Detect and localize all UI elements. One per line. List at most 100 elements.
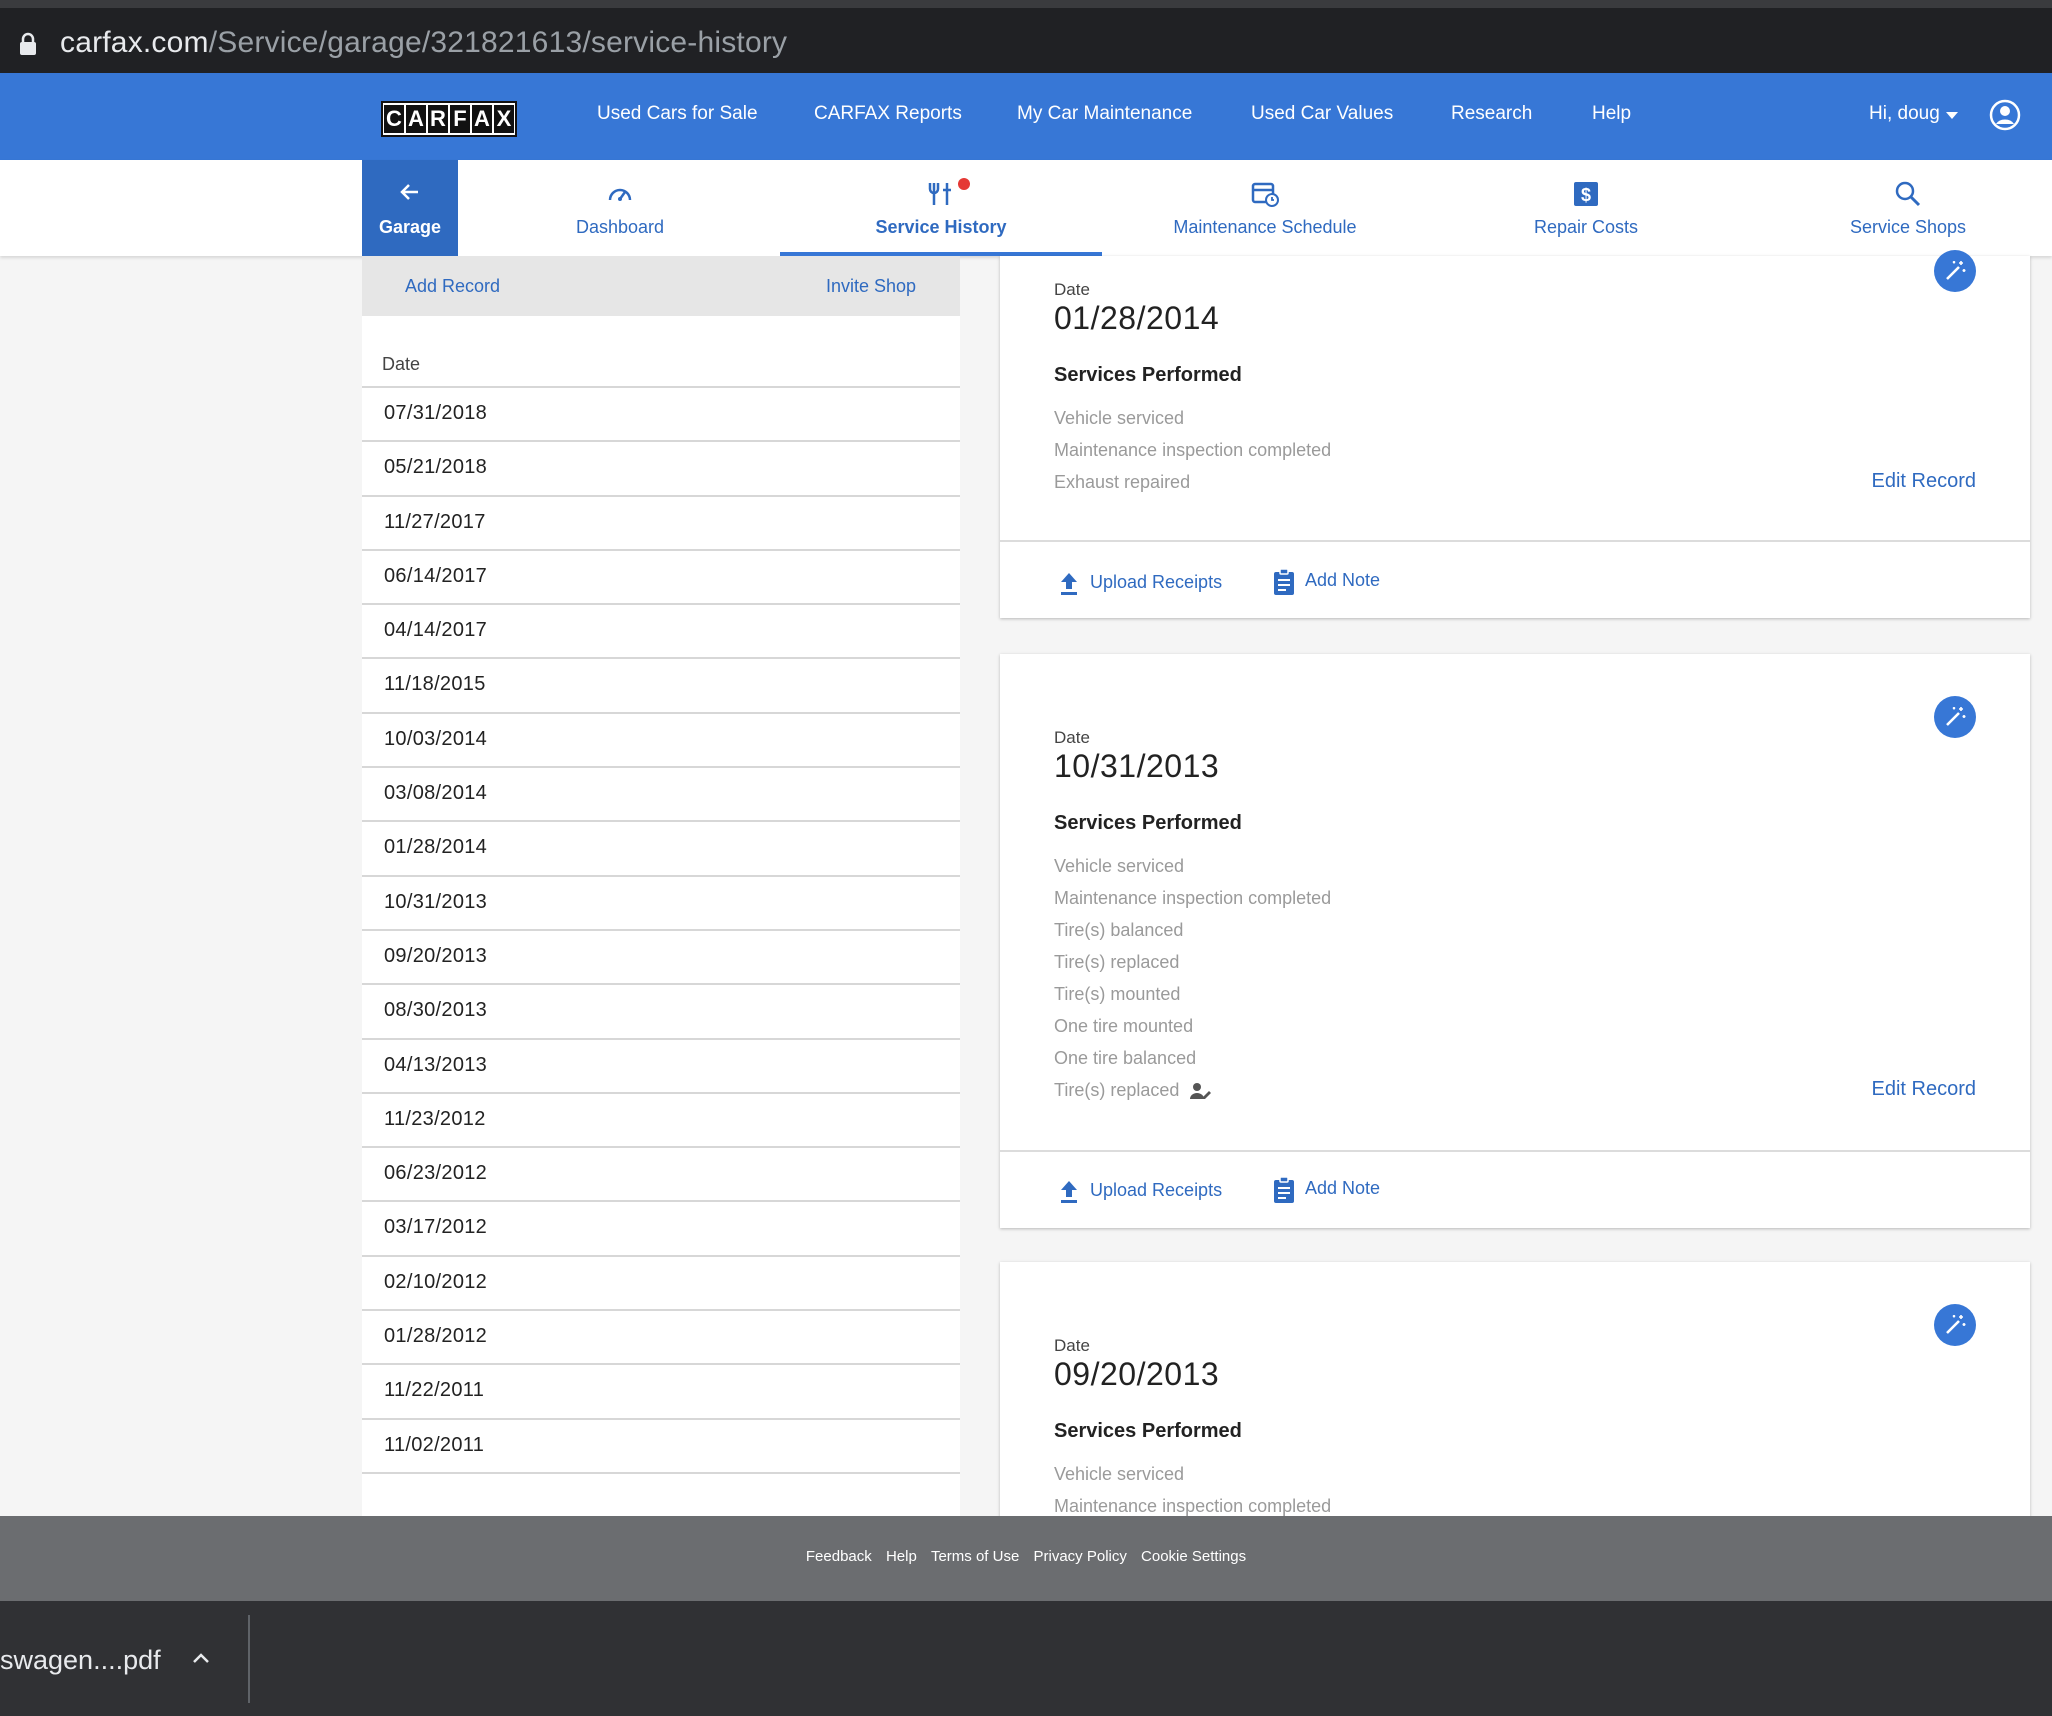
- date-row[interactable]: 11/22/2011: [362, 1363, 960, 1417]
- list-actions-bar: Add Record Invite Shop: [362, 256, 960, 316]
- speedometer-icon: [608, 188, 632, 201]
- upload-icon[interactable]: [1058, 1178, 1080, 1204]
- tab-service-history[interactable]: Service History: [780, 160, 1102, 256]
- invite-shop-button[interactable]: Invite Shop: [826, 276, 916, 297]
- service-item: One tire mounted: [1054, 1016, 1194, 1036]
- tab-repair-costs[interactable]: $ Repair Costs: [1486, 160, 1686, 256]
- date-row[interactable]: 04/13/2013: [362, 1037, 960, 1092]
- date-row[interactable]: 11/23/2012: [362, 1091, 960, 1146]
- search-icon: [1895, 181, 1921, 207]
- edit-record-button[interactable]: Edit Record: [1872, 1078, 1977, 1101]
- date-row[interactable]: 09/20/2013: [362, 928, 960, 983]
- page-footer: Feedback Help Terms of Use Privacy Polic…: [0, 1516, 2052, 1601]
- nav-used-cars[interactable]: Used Cars for Sale: [597, 103, 758, 125]
- date-row[interactable]: 11/02/2011: [362, 1417, 960, 1472]
- date-row[interactable]: 01/28/2012: [362, 1309, 960, 1363]
- date-row[interactable]: 03/08/2014: [362, 766, 960, 820]
- date-row[interactable]: 10/31/2013: [362, 874, 960, 929]
- browser-downloads-bar: swagen....pdf: [0, 1601, 2052, 1716]
- clipboard-icon[interactable]: [1272, 568, 1296, 596]
- wand-button[interactable]: [1934, 250, 1976, 292]
- date-row[interactable]: 06/14/2017: [362, 548, 960, 603]
- wand-button[interactable]: [1934, 696, 1976, 738]
- services-performed-title: Services Performed: [1054, 364, 1242, 386]
- service-item: Tire(s) replaced: [1054, 952, 1180, 972]
- service-item: Vehicle serviced: [1054, 408, 1185, 428]
- service-record-card: Date 01/28/2014 Services Performed Vehic…: [1000, 250, 2030, 618]
- wand-button[interactable]: [1934, 1304, 1976, 1346]
- date-row: [362, 1471, 960, 1516]
- service-item: Vehicle serviced: [1054, 1464, 1185, 1484]
- date-row[interactable]: 05/21/2018: [362, 440, 960, 494]
- nav-used-car-values[interactable]: Used Car Values: [1251, 103, 1393, 125]
- nav-my-car-maintenance[interactable]: My Car Maintenance: [1017, 103, 1192, 125]
- url-text[interactable]: carfax.com/Service/garage/321821613/serv…: [60, 26, 787, 60]
- nav-help[interactable]: Help: [1592, 103, 1631, 125]
- record-date-label: Date: [1054, 728, 1090, 747]
- nav-research[interactable]: Research: [1451, 103, 1532, 125]
- date-column-header: Date: [382, 354, 421, 374]
- magic-wand-icon: [1946, 1315, 1966, 1334]
- service-item: Exhaust repaired: [1054, 472, 1191, 492]
- upload-icon[interactable]: [1058, 570, 1080, 596]
- service-item: Tire(s) replaced: [1054, 1080, 1180, 1100]
- footer-link-cookie-settings[interactable]: Cookie Settings: [1141, 1548, 1246, 1565]
- notification-dot: [958, 178, 970, 190]
- footer-link-privacy[interactable]: Privacy Policy: [1034, 1548, 1127, 1565]
- svg-text:$: $: [1581, 185, 1591, 205]
- record-date: 09/20/2013: [1054, 1356, 1220, 1392]
- upload-receipts-button[interactable]: Upload Receipts: [1090, 572, 1222, 593]
- date-row[interactable]: 03/17/2012: [362, 1200, 960, 1254]
- date-row[interactable]: 08/30/2013: [362, 983, 960, 1037]
- tab-service-shops[interactable]: Service Shops: [1808, 160, 2008, 256]
- edit-record-button[interactable]: Edit Record: [1872, 470, 1977, 493]
- divider: [248, 1615, 250, 1703]
- top-navigation: CARFAX Used Cars for Sale CARFAX Reports…: [0, 73, 2052, 160]
- date-row[interactable]: 06/23/2012: [362, 1146, 960, 1200]
- record-date: 10/31/2013: [1054, 748, 1220, 784]
- upload-receipts-button[interactable]: Upload Receipts: [1090, 1180, 1222, 1201]
- services-performed-title: Services Performed: [1054, 1420, 1242, 1442]
- record-date-label: Date: [1054, 280, 1090, 299]
- caret-down-icon[interactable]: [1946, 112, 1958, 119]
- clipboard-icon[interactable]: [1272, 1176, 1296, 1204]
- tab-maintenance-schedule[interactable]: Maintenance Schedule: [1140, 160, 1390, 256]
- add-record-button[interactable]: Add Record: [405, 276, 500, 297]
- card-divider: [1000, 540, 2030, 542]
- date-row[interactable]: 04/14/2017: [362, 603, 960, 657]
- user-greeting[interactable]: Hi, doug: [1869, 103, 1940, 125]
- card-divider: [1000, 1150, 2030, 1152]
- tab-dashboard[interactable]: Dashboard: [520, 160, 720, 256]
- date-row[interactable]: 02/10/2012: [362, 1254, 960, 1309]
- service-item: Vehicle serviced: [1054, 856, 1185, 876]
- add-note-button[interactable]: Add Note: [1305, 1178, 1380, 1199]
- lock-icon: [20, 32, 36, 55]
- footer-links: Feedback Help Terms of Use Privacy Polic…: [0, 1548, 2052, 1565]
- chevron-up-icon[interactable]: [190, 1647, 212, 1669]
- arrow-left-icon: [400, 184, 418, 200]
- magic-wand-icon: [1946, 707, 1966, 726]
- service-item: Tire(s) balanced: [1054, 920, 1184, 940]
- account-icon[interactable]: [1989, 99, 2021, 131]
- date-row[interactable]: 07/31/2018: [362, 386, 960, 440]
- service-date-list-panel: Add Record Invite Shop Date 07/31/2018 0…: [362, 256, 960, 1516]
- add-note-button[interactable]: Add Note: [1305, 570, 1380, 591]
- footer-link-terms[interactable]: Terms of Use: [931, 1548, 1019, 1565]
- service-item: One tire balanced: [1054, 1048, 1197, 1068]
- service-record-card: Date 10/31/2013 Services Performed Vehic…: [1000, 654, 2030, 1228]
- garage-back-button[interactable]: Garage: [362, 160, 458, 256]
- download-file-name[interactable]: swagen....pdf: [0, 1645, 161, 1676]
- date-list: 07/31/2018 05/21/2018 11/27/2017 06/14/2…: [362, 386, 960, 1516]
- dollar-icon: $: [1574, 182, 1598, 206]
- nav-carfax-reports[interactable]: CARFAX Reports: [814, 103, 962, 125]
- service-item: Maintenance inspection completed: [1054, 1496, 1332, 1516]
- date-row[interactable]: 11/27/2017: [362, 494, 960, 549]
- date-row[interactable]: 11/18/2015: [362, 657, 960, 711]
- footer-link-feedback[interactable]: Feedback: [806, 1548, 872, 1565]
- date-row[interactable]: 10/03/2014: [362, 711, 960, 766]
- browser-address-bar: carfax.com/Service/garage/321821613/serv…: [0, 0, 2052, 73]
- carfax-logo[interactable]: CARFAX: [381, 101, 517, 137]
- footer-link-help[interactable]: Help: [886, 1548, 917, 1565]
- date-row[interactable]: 01/28/2014: [362, 820, 960, 874]
- services-performed-title: Services Performed: [1054, 812, 1242, 834]
